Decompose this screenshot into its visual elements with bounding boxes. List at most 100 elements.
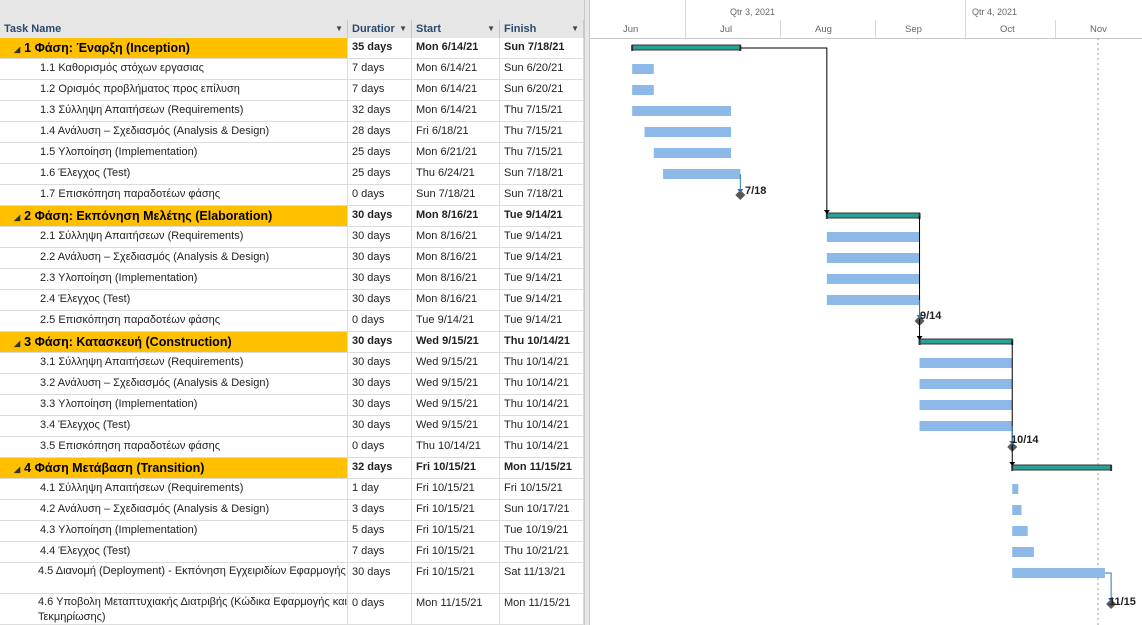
finish-cell[interactable]: Tue 9/14/21 — [500, 248, 584, 268]
summary-task-row[interactable]: ◢ 2 Φάση: Εκπόνηση Μελέτης (Elaboration) 3… — [0, 206, 584, 227]
start-cell[interactable]: Mon 8/16/21 — [412, 269, 500, 289]
start-cell[interactable]: Mon 6/14/21 — [412, 59, 500, 79]
task-name-cell[interactable]: 3.1 Σύλληψη Απαιτήσεων (Requirements) — [0, 353, 348, 373]
dropdown-icon[interactable]: ▼ — [487, 20, 495, 38]
task-name-cell[interactable]: 4.1 Σύλληψη Απαιτήσεων (Requirements) — [0, 479, 348, 499]
finish-cell[interactable]: Sun 10/17/21 — [500, 500, 584, 520]
dropdown-icon[interactable]: ▼ — [399, 20, 407, 38]
finish-cell[interactable]: Thu 10/14/21 — [500, 437, 584, 457]
finish-cell[interactable]: Tue 9/14/21 — [500, 227, 584, 247]
start-cell[interactable]: Mon 11/15/21 — [412, 594, 500, 624]
column-header-finish[interactable]: Finish ▼ — [500, 20, 584, 38]
task-name-cell[interactable]: 1.5 Υλοποίηση (Implementation) — [0, 143, 348, 163]
task-row[interactable]: 2.2 Ανάλυση – Σχεδιασμός (Analysis & Des… — [0, 248, 584, 269]
task-name-cell[interactable]: 3.5 Επισκόπηση παραδοτέων φάσης — [0, 437, 348, 457]
task-name-cell[interactable]: 4.4 Έλεγχος (Test) — [0, 542, 348, 562]
task-row[interactable]: 4.2 Ανάλυση – Σχεδιασμός (Analysis & Des… — [0, 500, 584, 521]
duration-cell[interactable]: 7 days — [348, 59, 412, 79]
task-name-cell[interactable]: 1.7 Επισκόπηση παραδοτέων φάσης — [0, 185, 348, 205]
task-row[interactable]: 4.4 Έλεγχος (Test) 7 days Fri 10/15/21 Thu … — [0, 542, 584, 563]
start-cell[interactable]: Wed 9/15/21 — [412, 353, 500, 373]
start-cell[interactable]: Mon 6/14/21 — [412, 38, 500, 58]
finish-cell[interactable]: Thu 7/15/21 — [500, 101, 584, 121]
duration-cell[interactable]: 7 days — [348, 542, 412, 562]
task-row[interactable]: 1.4 Ανάλυση – Σχεδιασμός (Analysis & Des… — [0, 122, 584, 143]
task-row[interactable]: 3.5 Επισκόπηση παραδοτέων φάσης 0 days Thu… — [0, 437, 584, 458]
task-name-cell[interactable]: 3.3 Υλοποίηση (Implementation) — [0, 395, 348, 415]
start-cell[interactable]: Mon 8/16/21 — [412, 206, 500, 226]
start-cell[interactable]: Mon 6/14/21 — [412, 80, 500, 100]
start-cell[interactable]: Fri 10/15/21 — [412, 500, 500, 520]
summary-task-row[interactable]: ◢ 1 Φάση: Έναρξη (Inception) 35 days Mon 6/… — [0, 38, 584, 59]
finish-cell[interactable]: Thu 10/14/21 — [500, 416, 584, 436]
duration-cell[interactable]: 0 days — [348, 185, 412, 205]
task-row[interactable]: 1.2 Ορισμός προβλήματος προς επίλυση 7 da… — [0, 80, 584, 101]
task-row[interactable]: 3.2 Ανάλυση – Σχεδιασμός (Analysis & Des… — [0, 374, 584, 395]
finish-cell[interactable]: Thu 7/15/21 — [500, 122, 584, 142]
duration-cell[interactable]: 7 days — [348, 80, 412, 100]
start-cell[interactable]: Mon 6/14/21 — [412, 101, 500, 121]
task-row[interactable]: 3.3 Υλοποίηση (Implementation) 30 days Wed… — [0, 395, 584, 416]
task-row[interactable]: 1.7 Επισκόπηση παραδοτέων φάσης 0 days Sun… — [0, 185, 584, 206]
duration-cell[interactable]: 30 days — [348, 374, 412, 394]
finish-cell[interactable]: Thu 7/15/21 — [500, 143, 584, 163]
start-cell[interactable]: Wed 9/15/21 — [412, 395, 500, 415]
collapse-icon[interactable]: ◢ — [14, 45, 20, 54]
column-header-start[interactable]: Start ▼ — [412, 20, 500, 38]
duration-cell[interactable]: 30 days — [348, 290, 412, 310]
start-cell[interactable]: Wed 9/15/21 — [412, 374, 500, 394]
task-row[interactable]: 4.1 Σύλληψη Απαιτήσεων (Requirements) 1 d… — [0, 479, 584, 500]
duration-cell[interactable]: 0 days — [348, 311, 412, 331]
collapse-icon[interactable]: ◢ — [14, 213, 20, 222]
finish-cell[interactable]: Thu 10/14/21 — [500, 374, 584, 394]
task-row[interactable]: 1.6 Έλεγχος (Test) 25 days Thu 6/24/21 Sun … — [0, 164, 584, 185]
task-name-cell[interactable]: 1.1 Καθορισμός στόχων εργασιας — [0, 59, 348, 79]
start-cell[interactable]: Fri 10/15/21 — [412, 458, 500, 478]
finish-cell[interactable]: Thu 10/14/21 — [500, 353, 584, 373]
finish-cell[interactable]: Sun 7/18/21 — [500, 164, 584, 184]
collapse-icon[interactable]: ◢ — [14, 339, 20, 348]
dropdown-icon[interactable]: ▼ — [335, 20, 343, 38]
finish-cell[interactable]: Thu 10/14/21 — [500, 332, 584, 352]
dropdown-icon[interactable]: ▼ — [571, 20, 579, 38]
summary-task-row[interactable]: ◢ 4 Φάση Μετάβαση (Transition) 32 days Fri … — [0, 458, 584, 479]
duration-cell[interactable]: 30 days — [348, 248, 412, 268]
start-cell[interactable]: Wed 9/15/21 — [412, 332, 500, 352]
task-name-cell[interactable]: 1.6 Έλεγχος (Test) — [0, 164, 348, 184]
task-row[interactable]: 2.5 Επισκόπηση παραδοτέων φάσης 0 days Tue… — [0, 311, 584, 332]
task-name-cell[interactable]: ◢ 3 Φάση: Κατασκευή (Construction) — [0, 332, 348, 352]
task-name-cell[interactable]: 2.1 Σύλληψη Απαιτήσεων (Requirements) — [0, 227, 348, 247]
duration-cell[interactable]: 0 days — [348, 437, 412, 457]
collapse-icon[interactable]: ◢ — [14, 465, 20, 474]
finish-cell[interactable]: Thu 10/21/21 — [500, 542, 584, 562]
task-row[interactable]: 3.1 Σύλληψη Απαιτήσεων (Requirements) 30 … — [0, 353, 584, 374]
duration-cell[interactable]: 30 days — [348, 332, 412, 352]
finish-cell[interactable]: Sun 7/18/21 — [500, 185, 584, 205]
task-name-cell[interactable]: 4.5 Διανομή (Deployment) - Εκπόνηση Εγχε… — [0, 563, 348, 593]
finish-cell[interactable]: Tue 9/14/21 — [500, 311, 584, 331]
duration-cell[interactable]: 32 days — [348, 101, 412, 121]
task-row[interactable]: 3.4 Έλεγχος (Test) 30 days Wed 9/15/21 Thu … — [0, 416, 584, 437]
finish-cell[interactable]: Sat 11/13/21 — [500, 563, 584, 593]
start-cell[interactable]: Mon 8/16/21 — [412, 248, 500, 268]
task-name-cell[interactable]: ◢ 2 Φάση: Εκπόνηση Μελέτης (Elaboration) — [0, 206, 348, 226]
column-header-task-name[interactable]: Task Name ▼ — [0, 20, 348, 38]
finish-cell[interactable]: Fri 10/15/21 — [500, 479, 584, 499]
duration-cell[interactable]: 28 days — [348, 122, 412, 142]
finish-cell[interactable]: Mon 11/15/21 — [500, 594, 584, 624]
duration-cell[interactable]: 30 days — [348, 206, 412, 226]
task-name-cell[interactable]: 4.6 Υποβολη Μεταπτυχιακής Διατριβής (Κώδ… — [0, 594, 348, 624]
task-row[interactable]: 2.1 Σύλληψη Απαιτήσεων (Requirements) 30 … — [0, 227, 584, 248]
duration-cell[interactable]: 35 days — [348, 38, 412, 58]
duration-cell[interactable]: 30 days — [348, 395, 412, 415]
start-cell[interactable]: Wed 9/15/21 — [412, 416, 500, 436]
task-row[interactable]: 1.1 Καθορισμός στόχων εργασιας 7 days Mon … — [0, 59, 584, 80]
finish-cell[interactable]: Sun 6/20/21 — [500, 80, 584, 100]
start-cell[interactable]: Tue 9/14/21 — [412, 311, 500, 331]
task-name-cell[interactable]: 2.3 Υλοποίηση (Implementation) — [0, 269, 348, 289]
task-name-cell[interactable]: 1.2 Ορισμός προβλήματος προς επίλυση — [0, 80, 348, 100]
duration-cell[interactable]: 30 days — [348, 416, 412, 436]
finish-cell[interactable]: Tue 9/14/21 — [500, 269, 584, 289]
task-name-cell[interactable]: 2.2 Ανάλυση – Σχεδιασμός (Analysis & Des… — [0, 248, 348, 268]
finish-cell[interactable]: Sun 6/20/21 — [500, 59, 584, 79]
